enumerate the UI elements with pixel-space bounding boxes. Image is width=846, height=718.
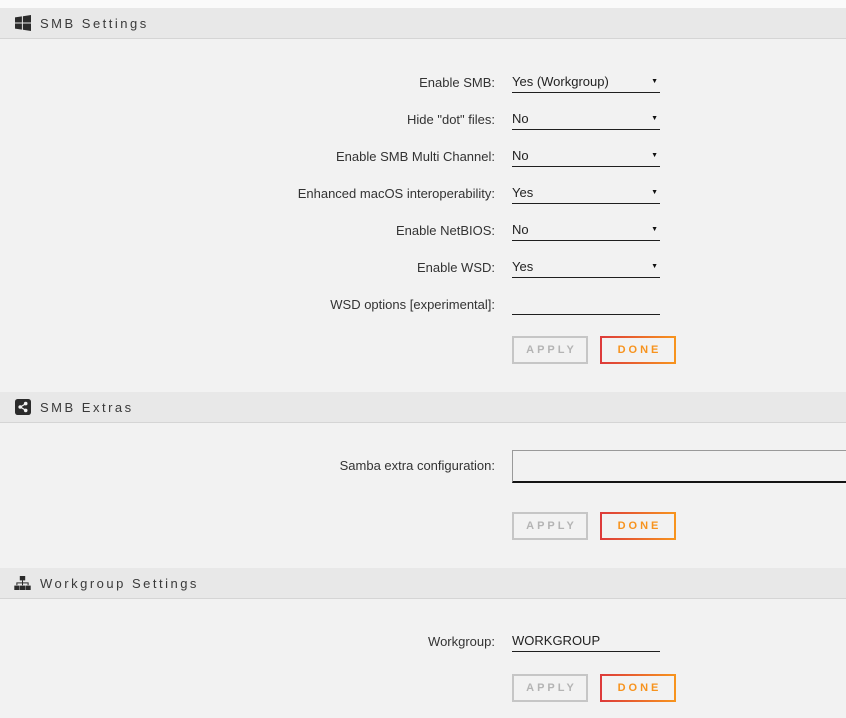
form-row-workgroup: Workgroup: bbox=[0, 631, 846, 652]
smb-multi-channel-select[interactable]: No bbox=[512, 146, 660, 167]
field-label: Enable NetBIOS: bbox=[0, 220, 495, 241]
share-square-icon bbox=[14, 399, 31, 416]
field-control: Yes (Workgroup) ▼ bbox=[512, 72, 660, 93]
apply-button[interactable]: APPLY bbox=[512, 674, 588, 702]
field-control: Yes ▼ bbox=[512, 183, 660, 204]
form-row-smb-multi-channel: Enable SMB Multi Channel: No ▼ bbox=[0, 146, 846, 167]
spacer bbox=[0, 540, 846, 568]
section-header-smb-extras: SMB Extras bbox=[0, 392, 846, 423]
done-button[interactable]: DONE bbox=[600, 674, 676, 702]
section-header-smb-settings: SMB Settings bbox=[0, 8, 846, 39]
form-row-enable-netbios: Enable NetBIOS: No ▼ bbox=[0, 220, 846, 241]
field-label: Hide "dot" files: bbox=[0, 109, 495, 130]
field-control bbox=[512, 631, 660, 652]
field-control: No ▼ bbox=[512, 146, 660, 167]
form-row-samba-extra: Samba extra configuration: bbox=[0, 450, 846, 483]
smb-settings-form: Enable SMB: Yes (Workgroup) ▼ Hide "dot"… bbox=[0, 39, 846, 364]
sitemap-icon bbox=[14, 575, 31, 592]
field-label: Enable SMB Multi Channel: bbox=[0, 146, 495, 167]
macos-interop-select[interactable]: Yes bbox=[512, 183, 660, 204]
field-control: No ▼ bbox=[512, 109, 660, 130]
enable-wsd-select[interactable]: Yes bbox=[512, 257, 660, 278]
field-control: Yes ▼ bbox=[512, 257, 660, 278]
enable-smb-select[interactable]: Yes (Workgroup) bbox=[512, 72, 660, 93]
windows-icon bbox=[14, 15, 31, 32]
apply-button[interactable]: APPLY bbox=[512, 336, 588, 364]
workgroup-buttons: APPLY DONE bbox=[512, 674, 846, 702]
form-row-enable-wsd: Enable WSD: Yes ▼ bbox=[0, 257, 846, 278]
workgroup-form: Workgroup: APPLY DONE bbox=[0, 599, 846, 702]
field-label: Enable SMB: bbox=[0, 72, 495, 93]
wsd-options-input[interactable] bbox=[512, 294, 660, 315]
section-title: SMB Extras bbox=[40, 400, 134, 415]
field-label: Workgroup: bbox=[0, 631, 495, 652]
done-button[interactable]: DONE bbox=[600, 336, 676, 364]
hide-dot-files-select[interactable]: No bbox=[512, 109, 660, 130]
section-title: Workgroup Settings bbox=[40, 576, 199, 591]
field-control: No ▼ bbox=[512, 220, 660, 241]
section-title: SMB Settings bbox=[40, 16, 149, 31]
form-row-enable-smb: Enable SMB: Yes (Workgroup) ▼ bbox=[0, 72, 846, 93]
done-button[interactable]: DONE bbox=[600, 512, 676, 540]
form-row-hide-dot-files: Hide "dot" files: No ▼ bbox=[0, 109, 846, 130]
smb-extras-form: Samba extra configuration: APPLY DONE bbox=[0, 423, 846, 540]
field-label: Samba extra configuration: bbox=[0, 450, 495, 483]
samba-extra-config-textarea[interactable] bbox=[512, 450, 846, 483]
spacer bbox=[0, 364, 846, 392]
field-label: Enhanced macOS interoperability: bbox=[0, 183, 495, 204]
form-row-macos-interop: Enhanced macOS interoperability: Yes ▼ bbox=[0, 183, 846, 204]
field-control bbox=[512, 450, 660, 483]
field-label: Enable WSD: bbox=[0, 257, 495, 278]
field-label: WSD options [experimental]: bbox=[0, 294, 495, 315]
section-header-workgroup-settings: Workgroup Settings bbox=[0, 568, 846, 599]
apply-button[interactable]: APPLY bbox=[512, 512, 588, 540]
form-row-wsd-options: WSD options [experimental]: bbox=[0, 294, 846, 315]
top-strip bbox=[0, 0, 846, 8]
enable-netbios-select[interactable]: No bbox=[512, 220, 660, 241]
workgroup-input[interactable] bbox=[512, 631, 660, 652]
smb-extras-buttons: APPLY DONE bbox=[512, 512, 846, 540]
field-control bbox=[512, 294, 660, 315]
smb-settings-buttons: APPLY DONE bbox=[512, 336, 846, 364]
